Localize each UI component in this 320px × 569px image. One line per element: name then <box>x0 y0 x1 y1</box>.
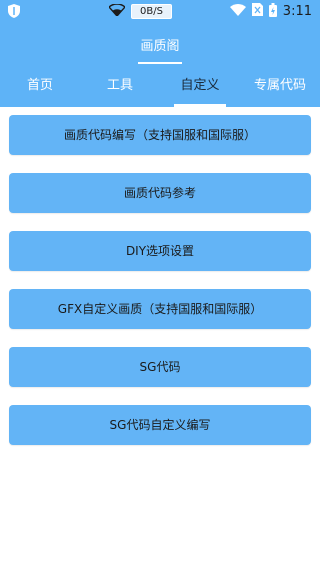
shield-icon <box>8 4 20 18</box>
status-bar: 0B/S 3:11 <box>0 0 320 22</box>
no-sim-icon <box>251 3 263 19</box>
clock: 3:11 <box>282 3 312 19</box>
tab-custom[interactable]: 自定义 <box>160 64 240 107</box>
diy-options-button[interactable]: DIY选项设置 <box>9 231 311 271</box>
battery-icon <box>268 2 277 20</box>
sg-code-button[interactable]: SG代码 <box>9 347 311 387</box>
sg-code-custom-editor-button[interactable]: SG代码自定义编写 <box>9 405 311 445</box>
tab-bar: 首页 工具 自定义 专属代码 <box>0 64 320 107</box>
quality-code-reference-button[interactable]: 画质代码参考 <box>9 173 311 213</box>
quality-code-editor-button[interactable]: 画质代码编写（支持国服和国际服） <box>9 115 311 155</box>
menu-button-list: 画质代码编写（支持国服和国际服） 画质代码参考 DIY选项设置 GFX自定义画质… <box>9 115 311 463</box>
network-speed: 0B/S <box>131 3 172 19</box>
gfx-custom-quality-button[interactable]: GFX自定义画质（支持国服和国际服） <box>9 289 311 329</box>
signal-icon <box>229 3 246 19</box>
tab-tools[interactable]: 工具 <box>80 64 160 107</box>
tab-home[interactable]: 首页 <box>0 64 80 107</box>
app-header: 画质阁 <box>0 22 320 64</box>
wifi-icon <box>108 2 126 19</box>
tab-exclusive-code[interactable]: 专属代码 <box>240 64 320 107</box>
network-indicator: 0B/S <box>108 2 172 19</box>
app-title: 画质阁 <box>140 39 180 54</box>
status-right: 3:11 <box>229 2 312 20</box>
